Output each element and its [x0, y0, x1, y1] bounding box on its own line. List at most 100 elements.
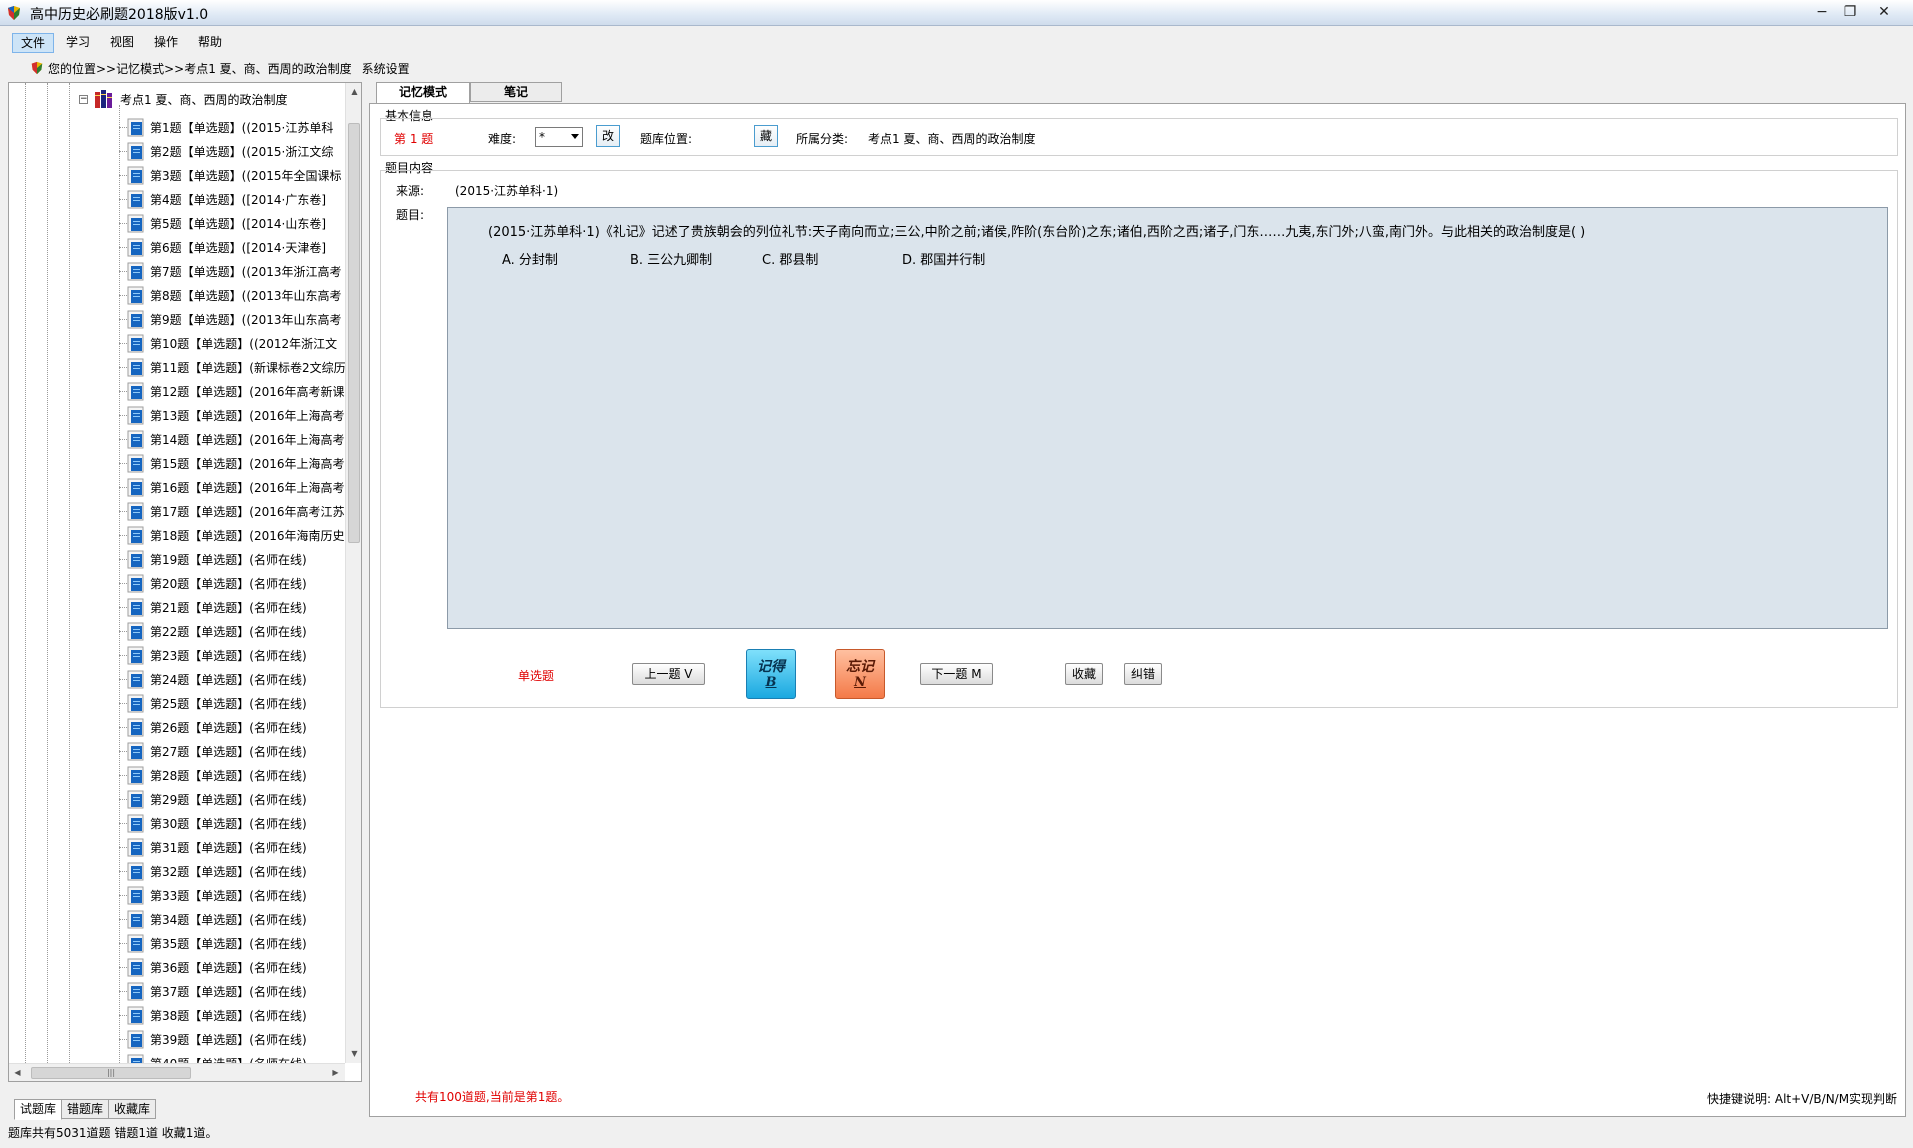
tree-collapse-toggle[interactable]: − [79, 94, 88, 104]
tree-item[interactable]: 第12题【单选题】(2016年高考新课 [9, 379, 345, 403]
menu-operate[interactable]: 操作 [146, 33, 186, 53]
tree-item-label: 第30题【单选题】(名师在线) [150, 816, 307, 831]
tree-item[interactable]: 第14题【单选题】(2016年上海高考 [9, 427, 345, 451]
tree-item-label: 第17题【单选题】(2016年高考江苏 [150, 504, 345, 519]
tree-item-label: 第3题【单选题】((2015年全国课标 [150, 168, 342, 183]
tree-item[interactable]: 第11题【单选题】(新课标卷2文综历 [9, 355, 345, 379]
tab-favorite-bank[interactable]: 收藏库 [108, 1099, 157, 1119]
tree-item[interactable]: 第29题【单选题】(名师在线) [9, 787, 345, 811]
document-icon [127, 790, 144, 808]
tree-item-label: 第6题【单选题】([2014·天津卷] [150, 240, 327, 255]
question-text: (2015·江苏单科·1)《礼记》记述了贵族朝会的列位礼节:天子南向而立;三公,… [488, 225, 1586, 240]
tree-item[interactable]: 第30题【单选题】(名师在线) [9, 811, 345, 835]
tree-horizontal-scrollbar[interactable]: ◀ ||| ▶ [9, 1063, 345, 1081]
tab-notes[interactable]: 笔记 [470, 82, 562, 102]
tree-item[interactable]: 第23题【单选题】(名师在线) [9, 643, 345, 667]
document-icon [127, 238, 144, 256]
tab-memory-mode[interactable]: 记忆模式 [376, 82, 470, 104]
menu-view[interactable]: 视图 [102, 33, 142, 53]
menu-help[interactable]: 帮助 [190, 33, 230, 53]
remember-button[interactable]: 记得 B [746, 649, 796, 699]
tree-item[interactable]: 第3题【单选题】((2015年全国课标 [9, 163, 345, 187]
tree-item[interactable]: 第39题【单选题】(名师在线) [9, 1027, 345, 1051]
tree-item[interactable]: 第20题【单选题】(名师在线) [9, 571, 345, 595]
tree-item[interactable]: 第16题【单选题】(2016年上海高考 [9, 475, 345, 499]
forget-button[interactable]: 忘记 N [835, 649, 885, 699]
scroll-left-icon[interactable]: ◀ [9, 1064, 26, 1081]
tree-item[interactable]: 第7题【单选题】((2013年浙江高考 [9, 259, 345, 283]
question-label: 题目: [396, 208, 425, 222]
tree-item[interactable]: 第19题【单选题】(名师在线) [9, 547, 345, 571]
scroll-thumb[interactable]: ||| [31, 1067, 191, 1079]
tree-item[interactable]: 第24题【单选题】(名师在线) [9, 667, 345, 691]
restore-button[interactable]: ❐ [1836, 3, 1864, 21]
tree-item[interactable]: 第25题【单选题】(名师在线) [9, 691, 345, 715]
tree-item-label: 第11题【单选题】(新课标卷2文综历 [150, 360, 345, 375]
title-bar: 高中历史必刷题2018版v1.0 − ❐ ✕ [0, 0, 1913, 26]
tree-item[interactable]: 第8题【单选题】((2013年山东高考 [9, 283, 345, 307]
tree-item[interactable]: 第34题【单选题】(名师在线) [9, 907, 345, 931]
document-icon [127, 958, 144, 976]
tree-item-label: 第39题【单选题】(名师在线) [150, 1032, 307, 1047]
tree-item[interactable]: 第36题【单选题】(名师在线) [9, 955, 345, 979]
tree-item[interactable]: 第38题【单选题】(名师在线) [9, 1003, 345, 1027]
document-icon [127, 310, 144, 328]
tree-item[interactable]: 第9题【单选题】((2013年山东高考 [9, 307, 345, 331]
tree-item-label: 第37题【单选题】(名师在线) [150, 984, 307, 999]
tab-question-bank[interactable]: 试题库 [14, 1099, 63, 1120]
document-icon [127, 742, 144, 760]
edit-difficulty-button[interactable]: 改 [596, 125, 620, 147]
document-icon [127, 1006, 144, 1024]
tree-item[interactable]: 第5题【单选题】([2014·山东卷] [9, 211, 345, 235]
tree-item-label: 第33题【单选题】(名师在线) [150, 888, 307, 903]
tab-wrong-bank[interactable]: 错题库 [61, 1099, 110, 1119]
tree-item[interactable]: 第6题【单选题】([2014·天津卷] [9, 235, 345, 259]
system-settings-link[interactable]: 系统设置 [362, 60, 410, 77]
tree-item[interactable]: 第10题【单选题】((2012年浙江文 [9, 331, 345, 355]
document-icon [127, 478, 144, 496]
tree-item[interactable]: 第33题【单选题】(名师在线) [9, 883, 345, 907]
tree-item[interactable]: 第1题【单选题】((2015·江苏单科 [9, 115, 345, 139]
tree-item-label: 第29题【单选题】(名师在线) [150, 792, 307, 807]
question-type-label: 单选题 [518, 669, 555, 683]
difficulty-label: 难度: [488, 132, 517, 146]
menu-file[interactable]: 文件 [12, 33, 55, 53]
correct-error-button[interactable]: 纠错 [1124, 663, 1162, 685]
document-icon [127, 718, 144, 736]
tree-root-node[interactable]: − 考点1 夏、商、西周的政治制度 [79, 89, 287, 109]
scroll-down-icon[interactable]: ▼ [346, 1045, 361, 1062]
document-icon [127, 982, 144, 1000]
scroll-right-icon[interactable]: ▶ [327, 1064, 344, 1081]
tree-item[interactable]: 第21题【单选题】(名师在线) [9, 595, 345, 619]
tree-item[interactable]: 第18题【单选题】(2016年海南历史 [9, 523, 345, 547]
tree-vertical-scrollbar[interactable]: ▲ ▼ [345, 83, 361, 1063]
tree-item[interactable]: 第31题【单选题】(名师在线) [9, 835, 345, 859]
tree-item[interactable]: 第13题【单选题】(2016年上海高考 [9, 403, 345, 427]
document-icon [127, 550, 144, 568]
tree-item[interactable]: 第37题【单选题】(名师在线) [9, 979, 345, 1003]
tree-item[interactable]: 第4题【单选题】([2014·广东卷] [9, 187, 345, 211]
tree-item[interactable]: 第27题【单选题】(名师在线) [9, 739, 345, 763]
tree-item[interactable]: 第22题【单选题】(名师在线) [9, 619, 345, 643]
tree-item[interactable]: 第35题【单选题】(名师在线) [9, 931, 345, 955]
tree-item[interactable]: 第26题【单选题】(名师在线) [9, 715, 345, 739]
close-button[interactable]: ✕ [1870, 3, 1898, 21]
tree-item-label: 第26题【单选题】(名师在线) [150, 720, 307, 735]
prev-question-button[interactable]: 上一题 V [632, 663, 705, 685]
bank-position-button[interactable]: 藏 [754, 125, 778, 147]
tree-item[interactable]: 第28题【单选题】(名师在线) [9, 763, 345, 787]
tree-item[interactable]: 第32题【单选题】(名师在线) [9, 859, 345, 883]
tree-item-label: 第2题【单选题】((2015·浙江文综 [150, 144, 334, 159]
favorite-button[interactable]: 收藏 [1065, 663, 1103, 685]
tree-item-label: 第12题【单选题】(2016年高考新课 [150, 384, 345, 399]
tree-item[interactable]: 第15题【单选题】(2016年上海高考 [9, 451, 345, 475]
tree-item-label: 第21题【单选题】(名师在线) [150, 600, 307, 615]
minimize-button[interactable]: − [1808, 3, 1836, 21]
next-question-button[interactable]: 下一题 M [920, 663, 993, 685]
tree-item[interactable]: 第17题【单选题】(2016年高考江苏 [9, 499, 345, 523]
scroll-thumb[interactable] [348, 123, 360, 543]
scroll-up-icon[interactable]: ▲ [346, 83, 361, 100]
tree-item[interactable]: 第2题【单选题】((2015·浙江文综 [9, 139, 345, 163]
difficulty-select[interactable]: * [535, 127, 583, 147]
menu-study[interactable]: 学习 [58, 33, 98, 53]
